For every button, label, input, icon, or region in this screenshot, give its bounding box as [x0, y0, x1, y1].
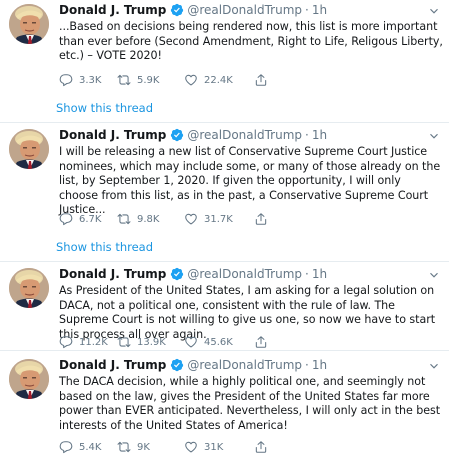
heart-icon: [184, 212, 204, 226]
separator-dot: ·: [305, 267, 309, 281]
tweet-timestamp[interactable]: 1h: [312, 267, 327, 281]
separator-dot: ·: [305, 128, 309, 142]
like-count: 31.7K: [204, 213, 233, 225]
tweet-timestamp[interactable]: 1h: [312, 128, 327, 142]
like-button[interactable]: 45.6K: [184, 335, 254, 349]
tweet-text: ...Based on decisions being rendered now…: [59, 20, 443, 63]
heart-icon: [184, 440, 204, 454]
retweet-count: 9K: [137, 441, 150, 453]
tweet[interactable]: Donald J. Trump @realDonaldTrump · 1h I will…: [0, 123, 449, 262]
chevron-down-icon[interactable]: [427, 3, 441, 17]
heart-icon: [184, 73, 204, 87]
retweet-button[interactable]: 9.8K: [117, 212, 184, 226]
tweet[interactable]: Donald J. Trump @realDonaldTrump · 1h ...Bas…: [0, 0, 449, 123]
tweet-text: The DACA decision, while a highly politi…: [59, 375, 441, 432]
show-thread-link[interactable]: Show this thread: [56, 101, 153, 115]
tweet-content: Donald J. Trump @realDonaldTrump · 1h As Pre…: [59, 265, 443, 342]
retweet-icon: [117, 440, 137, 454]
reply-count: 6.7K: [79, 213, 102, 225]
share-icon: [254, 440, 274, 454]
separator-dot: ·: [305, 358, 309, 372]
verified-badge-icon: [170, 358, 184, 372]
tweet-actions: 5.4K 9K 31K: [59, 439, 274, 455]
reply-button[interactable]: 11.2K: [59, 335, 117, 349]
like-button[interactable]: 22.4K: [184, 73, 254, 87]
verified-badge-icon: [170, 267, 184, 281]
author-name[interactable]: Donald J. Trump: [59, 128, 166, 142]
retweet-button[interactable]: 5.9K: [117, 73, 184, 87]
like-count: 22.4K: [204, 74, 233, 86]
like-button[interactable]: 31K: [184, 440, 254, 454]
tweet-header: Donald J. Trump @realDonaldTrump · 1h: [59, 126, 443, 144]
tweet-content: Donald J. Trump @realDonaldTrump · 1h I will…: [59, 126, 443, 219]
chevron-down-icon[interactable]: [427, 128, 441, 142]
avatar[interactable]: [9, 129, 49, 169]
avatar[interactable]: [9, 4, 49, 44]
reply-count: 5.4K: [79, 441, 102, 453]
reply-button[interactable]: 3.3K: [59, 73, 117, 87]
share-icon: [254, 335, 274, 349]
tweet-header: Donald J. Trump @realDonaldTrump · 1h: [59, 1, 443, 19]
tweet-actions: 6.7K 9.8K 31.7K: [59, 211, 274, 227]
chevron-down-icon[interactable]: [427, 267, 441, 281]
reply-icon: [59, 73, 79, 87]
tweet-header: Donald J. Trump @realDonaldTrump · 1h: [59, 356, 443, 374]
share-icon: [254, 73, 274, 87]
retweet-button[interactable]: 13.9K: [117, 335, 184, 349]
like-count: 45.6K: [204, 336, 233, 348]
tweet-content: Donald J. Trump @realDonaldTrump · 1h ...Bas…: [59, 1, 443, 64]
verified-badge-icon: [170, 3, 184, 17]
author-name[interactable]: Donald J. Trump: [59, 3, 166, 17]
author-name[interactable]: Donald J. Trump: [59, 267, 166, 281]
author-name[interactable]: Donald J. Trump: [59, 358, 166, 372]
share-button[interactable]: [254, 335, 274, 349]
separator-dot: ·: [305, 3, 309, 17]
retweet-count: 13.9K: [137, 336, 166, 348]
reply-count: 11.2K: [79, 336, 108, 348]
tweet-feed: Donald J. Trump @realDonaldTrump · 1h ...Bas…: [0, 0, 449, 464]
retweet-icon: [117, 212, 137, 226]
reply-button[interactable]: 5.4K: [59, 440, 117, 454]
share-button[interactable]: [254, 212, 274, 226]
retweet-icon: [117, 73, 137, 87]
tweet-text: I will be releasing a new list of Conser…: [59, 145, 441, 217]
retweet-count: 9.8K: [137, 213, 160, 225]
like-button[interactable]: 31.7K: [184, 212, 254, 226]
share-button[interactable]: [254, 73, 274, 87]
author-handle[interactable]: @realDonaldTrump: [187, 128, 302, 142]
avatar[interactable]: [9, 359, 49, 399]
retweet-button[interactable]: 9K: [117, 440, 184, 454]
show-thread-link[interactable]: Show this thread: [56, 240, 153, 254]
author-handle[interactable]: @realDonaldTrump: [187, 267, 302, 281]
tweet[interactable]: Donald J. Trump @realDonaldTrump · 1h As Pre…: [0, 262, 449, 351]
chevron-down-icon[interactable]: [427, 358, 441, 372]
reply-count: 3.3K: [79, 74, 102, 86]
reply-icon: [59, 440, 79, 454]
share-icon: [254, 212, 274, 226]
tweet-timestamp[interactable]: 1h: [312, 358, 327, 372]
tweet-timestamp[interactable]: 1h: [312, 3, 327, 17]
avatar[interactable]: [9, 268, 49, 308]
share-button[interactable]: [254, 440, 274, 454]
reply-icon: [59, 335, 79, 349]
tweet-actions: 3.3K 5.9K 22.4K: [59, 72, 274, 88]
heart-icon: [184, 335, 204, 349]
tweet[interactable]: Donald J. Trump @realDonaldTrump · 1h The DA…: [0, 351, 449, 464]
retweet-count: 5.9K: [137, 74, 160, 86]
reply-icon: [59, 212, 79, 226]
tweet-content: Donald J. Trump @realDonaldTrump · 1h The DA…: [59, 356, 443, 433]
reply-button[interactable]: 6.7K: [59, 212, 117, 226]
author-handle[interactable]: @realDonaldTrump: [187, 3, 302, 17]
tweet-header: Donald J. Trump @realDonaldTrump · 1h: [59, 265, 443, 283]
author-handle[interactable]: @realDonaldTrump: [187, 358, 302, 372]
retweet-icon: [117, 335, 137, 349]
like-count: 31K: [204, 441, 224, 453]
tweet-actions: 11.2K 13.9K 45.6K: [59, 334, 274, 350]
verified-badge-icon: [170, 128, 184, 142]
